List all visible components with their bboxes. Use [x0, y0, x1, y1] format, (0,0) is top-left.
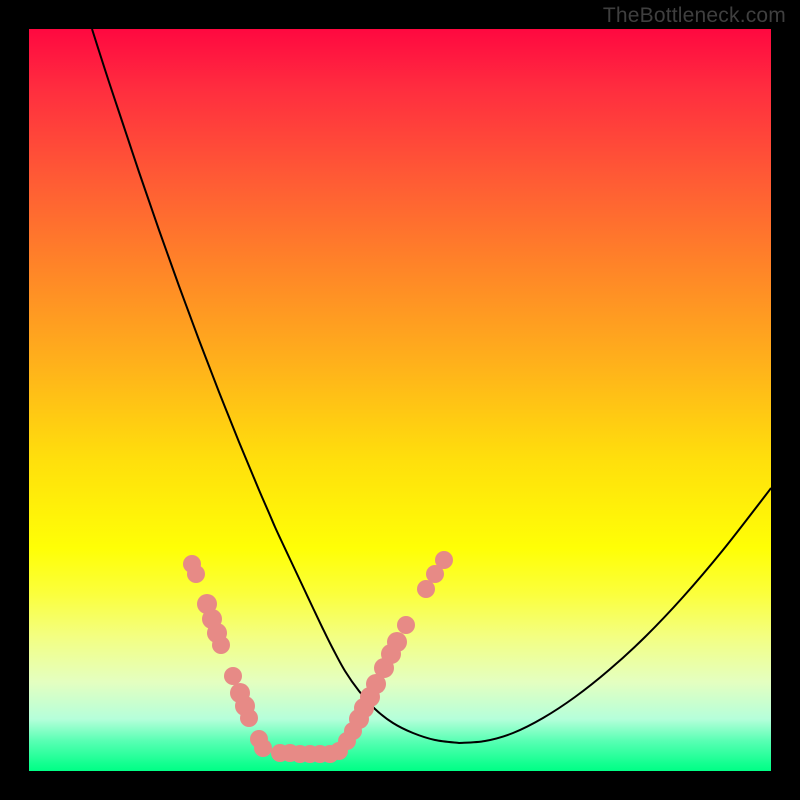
marker-dot	[387, 632, 407, 652]
bottleneck-curve	[92, 29, 771, 743]
marker-dot	[224, 667, 242, 685]
plot-area	[29, 29, 771, 771]
chart-frame: TheBottleneck.com	[0, 0, 800, 800]
marker-dot	[417, 580, 435, 598]
highlight-markers	[183, 551, 453, 763]
marker-dot	[254, 739, 272, 757]
marker-dot	[212, 636, 230, 654]
marker-dot	[240, 709, 258, 727]
marker-dot	[397, 616, 415, 634]
curve-layer	[29, 29, 771, 771]
marker-dot	[187, 565, 205, 583]
watermark-label: TheBottleneck.com	[603, 4, 786, 28]
marker-dot	[435, 551, 453, 569]
